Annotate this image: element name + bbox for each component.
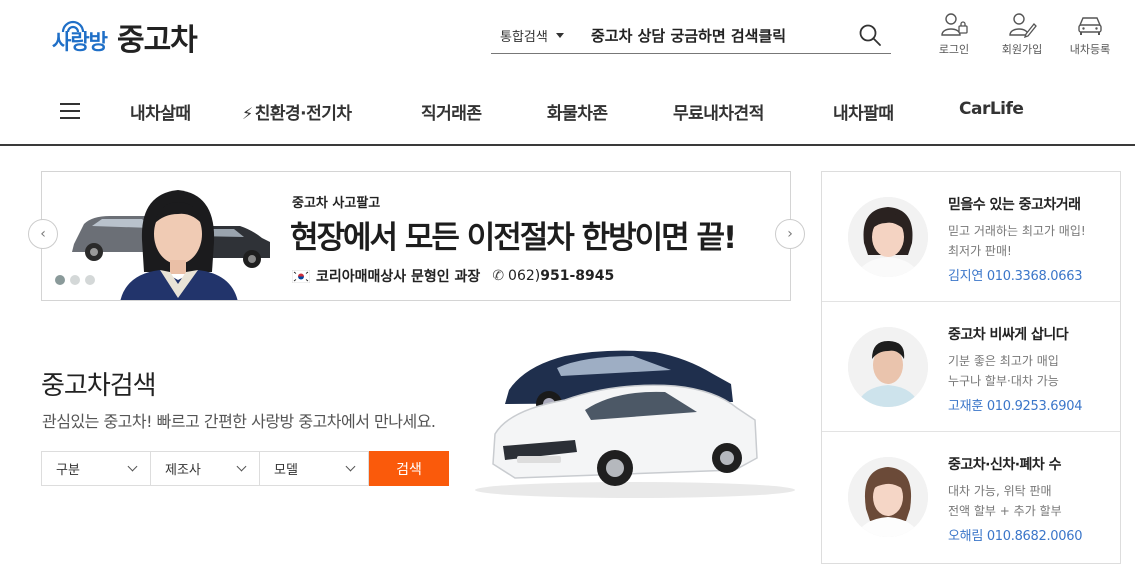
dealer-card[interactable]: 믿을수 있는 중고차거래 믿고 거래하는 최고가 매입! 최저가 판매! 김지연… bbox=[822, 172, 1120, 302]
banner-next-button[interactable]: › bbox=[775, 219, 805, 249]
dealer-title: 중고차 비싸게 삽니다 bbox=[948, 327, 1069, 343]
banner-headline: 현장에서 모든 이전절차 한방이면 끝! bbox=[290, 220, 737, 256]
logo-signal-icon bbox=[61, 20, 85, 33]
dealer-avatar bbox=[848, 457, 928, 537]
dealer-contact[interactable]: 오해림 010.8682.0060 bbox=[948, 525, 1082, 544]
dealer-title: 중고차·신차·폐차 수 bbox=[948, 457, 1062, 473]
agent-photo bbox=[120, 190, 238, 300]
nav-item-carlife[interactable]: CarLife bbox=[959, 99, 1024, 119]
korea-flag-icon bbox=[292, 269, 310, 283]
banner-pagination bbox=[55, 275, 100, 285]
search-icon[interactable] bbox=[857, 22, 883, 48]
filter-category-label: 구분 bbox=[56, 463, 80, 478]
nav-item-free-quote[interactable]: 무료내차견적 bbox=[673, 99, 764, 124]
dealer-desc-line: 믿고 거래하는 최고가 매입! bbox=[948, 224, 1086, 238]
main-nav: 내차살때 ⚡ 친환경·전기차 직거래존 화물차존 무료내차견적 내차팔때 CarL… bbox=[0, 78, 1135, 146]
site-logo[interactable]: 사랑방 중고차 bbox=[52, 14, 198, 58]
chevron-right-icon: › bbox=[787, 226, 793, 242]
banner-dot-2[interactable] bbox=[70, 275, 80, 285]
caret-down-icon bbox=[555, 33, 564, 38]
phone-icon: ✆ bbox=[492, 268, 505, 284]
logo-brand: 사랑방 bbox=[52, 20, 108, 58]
chevron-down-icon bbox=[345, 461, 356, 472]
nav-item-eco-ev-label: 친환경·전기차 bbox=[254, 104, 352, 124]
dealer-desc-line: 기분 좋은 최고가 매입 bbox=[948, 354, 1059, 368]
banner-dot-3[interactable] bbox=[85, 275, 95, 285]
dealer-phone: 010.9253.6904 bbox=[986, 399, 1083, 414]
dealer-name: 고재훈 bbox=[948, 399, 983, 414]
banner-prev-button[interactable]: ‹ bbox=[28, 219, 58, 249]
signup-button[interactable]: 회원가입 bbox=[988, 12, 1056, 57]
chevron-down-icon bbox=[127, 461, 138, 472]
dealer-desc-line: 최저가 판매! bbox=[948, 244, 1012, 258]
banner-dot-1[interactable] bbox=[55, 275, 65, 285]
car-register-icon bbox=[1078, 17, 1102, 35]
nav-item-direct-trade[interactable]: 직거래존 bbox=[421, 99, 482, 124]
dealer-card[interactable]: 중고차 비싸게 삽니다 기분 좋은 최고가 매입 누구나 할부·대차 가능 고재… bbox=[822, 302, 1120, 432]
site-header: 사랑방 중고차 통합검색 로그인 bbox=[0, 0, 1135, 78]
dealer-list: 믿을수 있는 중고차거래 믿고 거래하는 최고가 매입! 최저가 판매! 김지연… bbox=[821, 171, 1121, 564]
car-register-label: 내차등록 bbox=[1069, 43, 1111, 56]
used-search-description: 관심있는 중고차! 빠르고 간편한 사랑방 중고차에서 만나세요. bbox=[42, 412, 436, 431]
signup-label: 회원가입 bbox=[1001, 43, 1043, 56]
hero-cars-image bbox=[475, 350, 795, 498]
used-search-filters: 구분 제조사 모델 검색 bbox=[41, 451, 449, 486]
dealer-avatar bbox=[848, 197, 928, 277]
dealer-avatar bbox=[848, 327, 928, 407]
dealer-desc-line: 대차 가능, 위탁 판매 bbox=[948, 484, 1052, 498]
banner-agent-info: 코리아매매상사 문형인 과장 ✆ 062) 951-8945 bbox=[292, 266, 614, 286]
hamburger-icon[interactable] bbox=[60, 101, 82, 119]
banner-phone-prefix: 062) bbox=[508, 268, 541, 284]
banner-subtitle: 중고차 사고팔고 bbox=[292, 196, 381, 211]
dealer-name: 오해림 bbox=[948, 529, 983, 544]
filter-maker-select[interactable]: 제조사 bbox=[150, 451, 260, 486]
used-search-title: 중고차검색 bbox=[41, 371, 157, 401]
dealer-name: 김지연 bbox=[948, 269, 983, 284]
chevron-down-icon bbox=[236, 461, 247, 472]
search-scope-label: 통합검색 bbox=[500, 30, 548, 45]
login-label: 로그인 bbox=[938, 43, 970, 56]
dealer-contact[interactable]: 고재훈 010.9253.6904 bbox=[948, 395, 1082, 414]
car-register-button[interactable]: 내차등록 bbox=[1056, 12, 1124, 57]
dealer-desc-line: 전액 할부 + 추가 할부 bbox=[948, 504, 1062, 518]
filter-category-select[interactable]: 구분 bbox=[41, 451, 151, 486]
nav-item-eco-ev[interactable]: ⚡ 친환경·전기차 bbox=[242, 99, 352, 124]
user-menu: 로그인 회원가입 내차등록 bbox=[920, 12, 1124, 57]
search-scope-dropdown[interactable]: 통합검색 bbox=[491, 26, 591, 45]
nav-item-truck[interactable]: 화물차존 bbox=[547, 99, 608, 124]
nav-item-buy[interactable]: 내차살때 bbox=[130, 99, 191, 124]
logo-title: 중고차 bbox=[116, 23, 198, 58]
dealer-title: 믿을수 있는 중고차거래 bbox=[948, 197, 1081, 213]
promo-banner[interactable]: 중고차 사고팔고 현장에서 모든 이전절차 한방이면 끝! 코리아매매상사 문형… bbox=[41, 171, 791, 301]
signup-icon bbox=[1009, 13, 1037, 38]
dealer-desc-line: 누구나 할부·대차 가능 bbox=[948, 374, 1059, 388]
chevron-left-icon: ‹ bbox=[40, 226, 46, 242]
nav-item-sell[interactable]: 내차팔때 bbox=[833, 99, 894, 124]
search-input[interactable] bbox=[591, 26, 836, 45]
login-icon bbox=[941, 13, 968, 36]
used-search-button[interactable]: 검색 bbox=[369, 451, 449, 486]
filter-model-select[interactable]: 모델 bbox=[259, 451, 369, 486]
dealer-contact[interactable]: 김지연 010.3368.0663 bbox=[948, 265, 1082, 284]
global-search: 통합검색 bbox=[491, 18, 891, 54]
banner-agent-name: 코리아매매상사 문형인 과장 bbox=[316, 269, 481, 285]
dealer-phone: 010.3368.0663 bbox=[986, 269, 1083, 284]
lightning-icon: ⚡ bbox=[242, 104, 253, 123]
filter-maker-label: 제조사 bbox=[165, 463, 201, 478]
filter-model-label: 모델 bbox=[274, 463, 298, 478]
dealer-card[interactable]: 중고차·신차·폐차 수 대차 가능, 위탁 판매 전액 할부 + 추가 할부 오… bbox=[822, 432, 1120, 562]
login-button[interactable]: 로그인 bbox=[920, 12, 988, 57]
dealer-phone: 010.8682.0060 bbox=[986, 529, 1083, 544]
banner-phone: 951-8945 bbox=[540, 268, 615, 284]
